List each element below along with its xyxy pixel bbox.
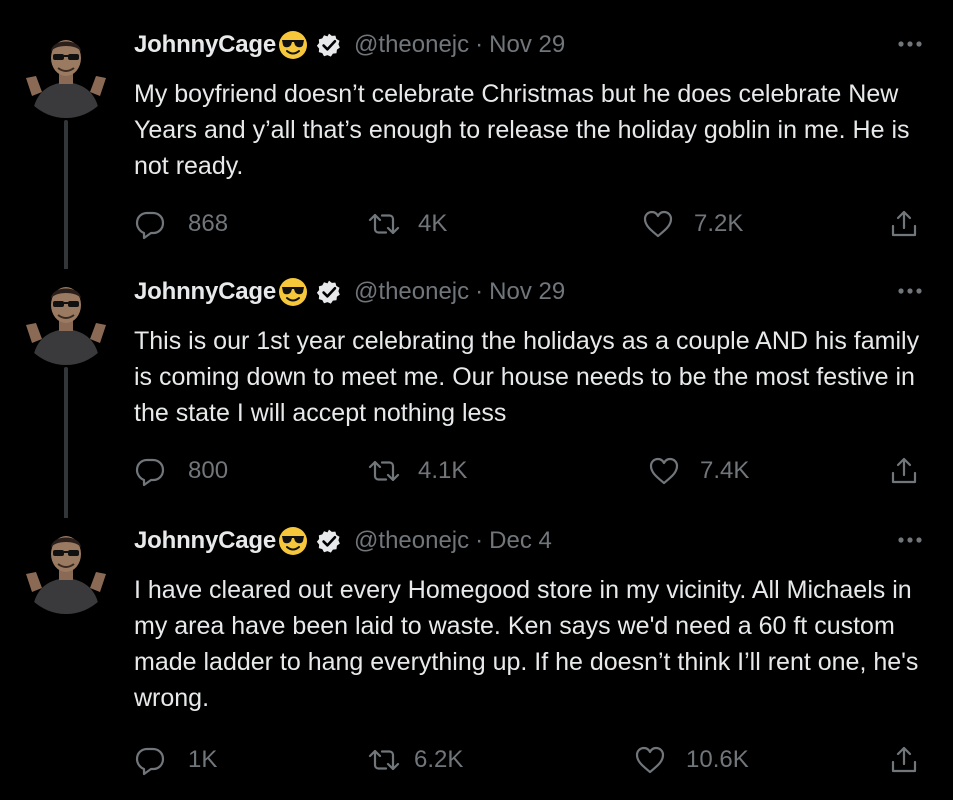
tweet-text: This is our 1st year celebrating the hol… — [134, 327, 927, 427]
reply-count: 800 — [188, 457, 229, 484]
tweet-header: JohnnyCage @theonejc · Nov 29 — [134, 28, 565, 62]
heart-icon — [634, 744, 666, 776]
avatar[interactable] — [18, 269, 114, 365]
retweet-count: 6.2K — [414, 746, 464, 773]
like-button[interactable]: 10.6K — [634, 740, 749, 780]
retweet-button[interactable]: 4K — [368, 204, 447, 244]
reply-icon — [134, 208, 166, 240]
share-button[interactable] — [888, 204, 920, 244]
reply-button[interactable]: 1K — [134, 740, 217, 780]
separator: · — [475, 527, 484, 554]
retweet-icon — [368, 208, 400, 240]
tweet-date[interactable]: Nov 29 — [489, 278, 565, 306]
verified-badge-icon — [316, 279, 342, 305]
tweet-header: JohnnyCage @theonejc · Nov 29 — [134, 275, 565, 309]
tweet-actions: 868 4K 7.2K — [134, 204, 934, 244]
display-name[interactable]: JohnnyCage — [134, 31, 276, 59]
share-icon — [888, 208, 920, 240]
reply-count: 868 — [188, 210, 229, 237]
display-name[interactable]: JohnnyCage — [134, 278, 276, 306]
retweet-count: 4.1K — [418, 457, 468, 484]
heart-icon — [642, 208, 674, 240]
share-button[interactable] — [888, 451, 920, 491]
retweet-icon — [368, 455, 400, 487]
tweet-actions: 800 4.1K 7.4K — [134, 451, 934, 491]
reply-icon — [134, 455, 166, 487]
verified-badge-icon — [316, 528, 342, 554]
tweet-date[interactable]: Dec 4 — [489, 527, 552, 555]
thread-line — [64, 367, 68, 537]
separator: · — [475, 278, 484, 305]
tweet-header: JohnnyCage @theonejc · Dec 4 — [134, 524, 552, 558]
thread-line — [64, 120, 68, 290]
smiling-face-with-sunglasses-icon — [278, 277, 308, 307]
more-options-icon[interactable] — [895, 34, 925, 54]
tweet-date[interactable]: Nov 29 — [489, 31, 565, 59]
reply-count: 1K — [188, 746, 218, 773]
handle[interactable]: @theonejc — [354, 527, 469, 555]
tweet-actions: 1K 6.2K 10.6K — [134, 740, 934, 780]
share-button[interactable] — [888, 740, 920, 780]
smiling-face-with-sunglasses-icon — [278, 30, 308, 60]
share-icon — [888, 455, 920, 487]
like-count: 10.6K — [686, 746, 749, 773]
retweet-button[interactable]: 6.2K — [368, 740, 463, 780]
like-count: 7.2K — [694, 210, 744, 237]
smiling-face-with-sunglasses-icon — [278, 526, 308, 556]
more-options-icon[interactable] — [895, 281, 925, 301]
retweet-icon — [368, 744, 400, 776]
more-options-icon[interactable] — [895, 530, 925, 550]
retweet-button[interactable]: 4.1K — [368, 451, 467, 491]
separator: · — [475, 31, 484, 58]
retweet-count: 4K — [418, 210, 448, 237]
avatar[interactable] — [18, 22, 114, 118]
verified-badge-icon — [316, 32, 342, 58]
avatar[interactable] — [18, 518, 114, 614]
reply-button[interactable]: 868 — [134, 204, 228, 244]
handle[interactable]: @theonejc — [354, 278, 469, 306]
display-name[interactable]: JohnnyCage — [134, 527, 276, 555]
share-icon — [888, 744, 920, 776]
like-button[interactable]: 7.4K — [648, 451, 749, 491]
heart-icon — [648, 455, 680, 487]
tweet-text: My boyfriend doesn’t celebrate Christmas… — [134, 80, 917, 180]
handle[interactable]: @theonejc — [354, 31, 469, 59]
reply-icon — [134, 744, 166, 776]
reply-button[interactable]: 800 — [134, 451, 228, 491]
like-count: 7.4K — [700, 457, 750, 484]
tweet-text: I have cleared out every Homegood store … — [134, 576, 926, 712]
like-button[interactable]: 7.2K — [642, 204, 743, 244]
